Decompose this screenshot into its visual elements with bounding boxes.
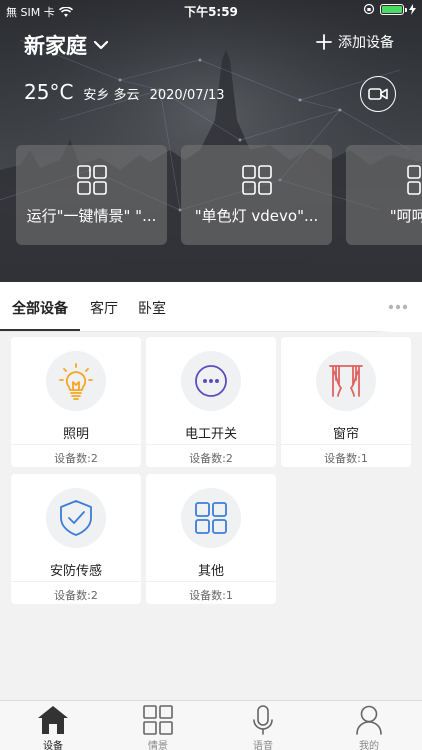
battery-icon xyxy=(380,3,407,15)
category-name: 照明 xyxy=(62,427,89,442)
scene-grid-icon xyxy=(406,165,421,195)
status-bar: 無 SIM 卡 下午5:59 xyxy=(0,0,422,22)
category-icon-circle xyxy=(46,351,106,411)
nav-scenes[interactable]: 情景 xyxy=(128,705,188,750)
nav-label: 设备 xyxy=(43,741,63,750)
microphone-icon xyxy=(253,705,273,735)
card-divider xyxy=(11,581,141,582)
card-divider xyxy=(146,444,276,445)
shield-icon xyxy=(60,500,92,536)
charging-icon xyxy=(409,3,416,15)
scene-card[interactable]: "呵呵" 开 xyxy=(346,145,422,245)
home-selector[interactable]: 新家庭 xyxy=(24,30,109,60)
card-divider xyxy=(146,581,276,582)
nav-label: 语音 xyxy=(253,741,273,750)
add-device-button[interactable]: 添加设备 xyxy=(316,32,394,52)
scene-label: "呵呵" 开 xyxy=(389,207,422,225)
category-name: 电工开关 xyxy=(184,427,237,442)
more-tabs-button[interactable] xyxy=(374,282,422,332)
plus-icon xyxy=(316,34,332,50)
category-icon-circle xyxy=(181,351,241,411)
scene-grid-icon xyxy=(76,165,107,195)
scene-card[interactable]: 运行"一键情景" "... xyxy=(16,145,167,245)
temperature: 25°C xyxy=(24,80,74,104)
status-bar-right xyxy=(363,3,416,15)
tab-bedroom[interactable]: 卧室 xyxy=(138,298,166,318)
orientation-lock-icon xyxy=(363,3,375,15)
video-camera-icon xyxy=(368,88,388,100)
more-dots-icon xyxy=(388,304,408,310)
card-divider xyxy=(11,444,141,445)
curtain-icon xyxy=(329,365,363,397)
scene-label: 运行"一键情景" "... xyxy=(26,207,157,225)
chevron-down-icon xyxy=(93,40,109,50)
category-name: 安防传感 xyxy=(49,564,102,579)
category-name: 窗帘 xyxy=(332,427,359,442)
category-count: 设备数:2 xyxy=(189,452,233,465)
room-tabs: 全部设备 客厅 卧室 xyxy=(0,282,422,332)
grid-icon xyxy=(195,502,227,534)
category-count: 设备数:2 xyxy=(54,589,98,602)
active-tab-indicator xyxy=(0,329,80,331)
category-icon-circle xyxy=(46,488,106,548)
category-count: 设备数:2 xyxy=(54,452,98,465)
nav-devices[interactable]: 设备 xyxy=(23,705,83,750)
nav-voice[interactable]: 语音 xyxy=(233,705,293,750)
card-divider xyxy=(281,444,411,445)
grid-icon xyxy=(143,705,173,735)
category-icon-circle xyxy=(316,351,376,411)
tab-living-room[interactable]: 客厅 xyxy=(90,298,118,318)
scene-label: "单色灯 vdevo"... xyxy=(194,207,319,225)
device-category-security[interactable]: 安防传感 设备数:2 xyxy=(11,474,141,604)
scene-grid-icon xyxy=(241,165,272,195)
nav-profile[interactable]: 我的 xyxy=(339,705,399,750)
weather-date: 2020/07/13 xyxy=(149,88,225,103)
user-icon xyxy=(356,705,382,735)
scene-card[interactable]: "单色灯 vdevo"... xyxy=(181,145,332,245)
device-category-curtain[interactable]: 窗帘 设备数:1 xyxy=(281,337,411,467)
switch-icon xyxy=(195,365,227,397)
device-category-lighting[interactable]: 照明 设备数:2 xyxy=(11,337,141,467)
category-count: 设备数:1 xyxy=(189,589,233,602)
bulb-icon xyxy=(59,363,93,400)
nav-label: 我的 xyxy=(359,741,379,750)
category-name: 其他 xyxy=(197,564,224,579)
weather-info: 25°C 安乡 多云 2020/07/13 xyxy=(24,80,225,104)
camera-button[interactable] xyxy=(360,76,396,112)
bottom-tab-bar: 设备 情景 语音 我的 xyxy=(0,700,422,750)
nav-label: 情景 xyxy=(148,741,168,750)
tab-all-devices[interactable]: 全部设备 xyxy=(12,298,68,318)
home-icon xyxy=(38,706,68,734)
header-hero: 無 SIM 卡 下午5:59 新家庭 添加设备 25°C 安乡 多云 2020/… xyxy=(0,0,422,282)
device-category-other[interactable]: 其他 设备数:1 xyxy=(146,474,276,604)
home-name: 新家庭 xyxy=(24,34,87,58)
add-device-label: 添加设备 xyxy=(338,35,394,51)
device-category-switch[interactable]: 电工开关 设备数:2 xyxy=(146,337,276,467)
status-time: 下午5:59 xyxy=(184,5,238,19)
scene-list: 运行"一键情景" "... "单色灯 vdevo"... "呵呵" 开 xyxy=(16,145,422,245)
category-count: 设备数:1 xyxy=(324,452,368,465)
category-icon-circle xyxy=(181,488,241,548)
weather-location-condition: 安乡 多云 xyxy=(83,88,140,103)
